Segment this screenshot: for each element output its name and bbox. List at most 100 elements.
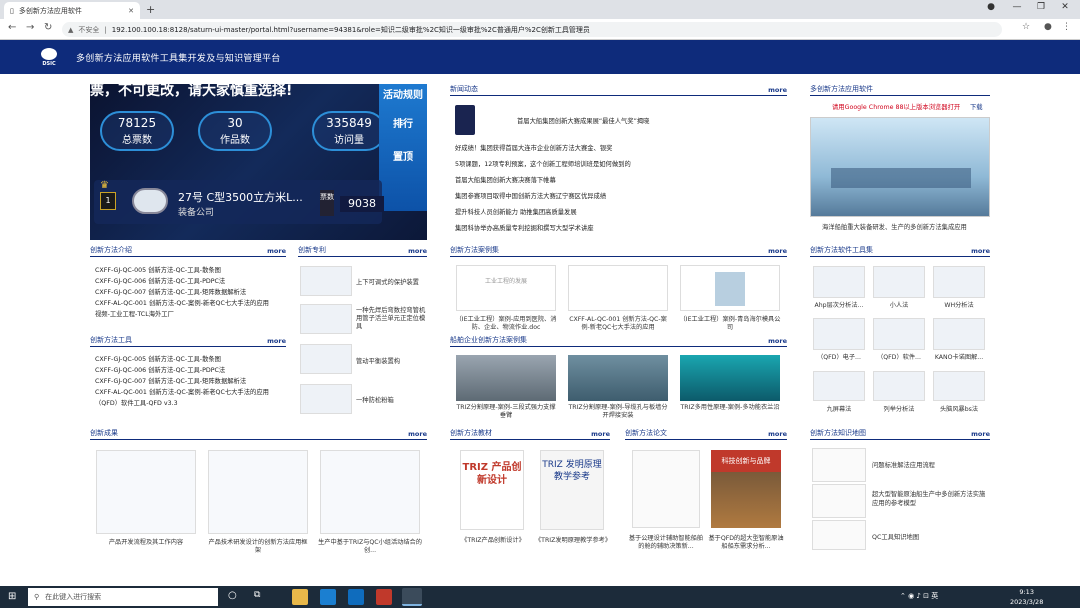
result-caption[interactable]: 生产中基于TRIZ与QC小组活动结合的创... bbox=[318, 539, 422, 555]
tool-thumbnail[interactable] bbox=[873, 318, 925, 350]
top-button[interactable]: 置顶 bbox=[379, 152, 427, 163]
ranking-button[interactable]: 排行 bbox=[379, 119, 427, 130]
back-icon[interactable]: ← bbox=[8, 22, 16, 33]
result-thumbnail[interactable] bbox=[208, 450, 308, 534]
knowledge-item[interactable]: 超大型智能原油船生产中多创新方法实施应用的参考模型 bbox=[872, 490, 990, 508]
tool-thumbnail[interactable] bbox=[933, 318, 985, 350]
list-item[interactable]: CXFF-GJ-QC-007 创新方法-QC-工具-矩阵数据解析法 bbox=[95, 376, 269, 387]
reload-icon[interactable]: ↻ bbox=[44, 22, 52, 33]
knowledge-item[interactable]: QC工具知识地图 bbox=[872, 532, 919, 541]
ship-thumbnail[interactable] bbox=[456, 355, 556, 401]
textbook-caption[interactable]: 《TRIZ产品创新设计》 bbox=[452, 537, 534, 545]
paper-cover[interactable]: 科技创新与品牌 bbox=[711, 450, 781, 528]
news-item[interactable]: 好成绩！集团获得首届大连市企业创新方法大赛金、银奖 bbox=[455, 143, 612, 152]
news-item[interactable]: 首届大船集团创新大赛成果展“最佳人气奖”揭晓 bbox=[517, 116, 649, 125]
tool-caption[interactable]: Ahp层次分析法... bbox=[811, 302, 867, 310]
taskbar-clock[interactable]: 9:13 2023/3/28 bbox=[1010, 587, 1043, 607]
paper-cover[interactable] bbox=[632, 450, 700, 528]
tool-caption[interactable]: （QFD）电子... bbox=[811, 354, 867, 362]
knowledge-more-link[interactable]: more bbox=[971, 430, 990, 438]
patent-item[interactable]: 上下可调式的保护装置 bbox=[356, 277, 419, 286]
patent-item[interactable]: 一种防松粉箱 bbox=[356, 395, 394, 404]
top-entry-card[interactable]: ♛ 1 27号 C型3500立方米L... 装备公司 票数 9038 bbox=[94, 180, 384, 224]
list-item[interactable]: CXFF-GJ-QC-006 创新方法-QC-工具-PDPC法 bbox=[95, 365, 269, 376]
case-caption[interactable]: CXFF-AL-QC-001 创新方法-QC-案例-新老QC七大手法的应用 bbox=[566, 316, 670, 332]
textbooks-more-link[interactable]: more bbox=[591, 430, 610, 438]
forward-icon[interactable]: → bbox=[26, 22, 34, 33]
patent-image[interactable] bbox=[300, 266, 352, 296]
profile-icon[interactable]: ● bbox=[980, 2, 1002, 12]
list-item[interactable]: CXFF-GJ-QC-007 创新方法-QC-工具-矩阵数据解析法 bbox=[95, 287, 269, 298]
paper-caption[interactable]: 基于QFD的超大型智能原油船船东需求分析... bbox=[708, 535, 784, 551]
news-item[interactable]: 集团参赛项目取得中国创新方法大赛辽宁赛区优异成绩 bbox=[455, 191, 606, 200]
task-view-icon[interactable]: ⧉ bbox=[254, 590, 260, 600]
result-thumbnail[interactable] bbox=[96, 450, 196, 534]
outlook-icon[interactable] bbox=[348, 589, 364, 605]
warning-icon[interactable]: ▲ bbox=[68, 26, 73, 34]
ship-thumbnail[interactable] bbox=[568, 355, 668, 401]
toolset-more-link[interactable]: more bbox=[971, 247, 990, 255]
ship-thumbnail[interactable] bbox=[680, 355, 780, 401]
maximize-button[interactable]: ❐ bbox=[1030, 2, 1052, 12]
tool-thumbnail[interactable] bbox=[933, 266, 985, 298]
tools-more-link[interactable]: more bbox=[267, 337, 286, 345]
url-text[interactable]: 192.100.100.18:8128/saturn-ui-master/por… bbox=[112, 25, 590, 35]
papers-more-link[interactable]: more bbox=[768, 430, 787, 438]
list-item[interactable]: CXFF-GJ-QC-005 创新方法-QC-工具-散条图 bbox=[95, 354, 269, 365]
edge-icon[interactable] bbox=[320, 589, 336, 605]
tool-caption[interactable]: WH分析法 bbox=[931, 302, 987, 310]
case-caption[interactable]: （IE工业工程）案例-应用到医院、消防、企业、物流作业.doc bbox=[454, 316, 558, 332]
tool-caption[interactable]: 九屏幕法 bbox=[811, 406, 867, 414]
new-tab-button[interactable]: + bbox=[146, 3, 155, 16]
case-thumbnail[interactable] bbox=[568, 265, 668, 311]
paper-caption[interactable]: 基于公理设计辅助智能船舶的舱的辅助决策新... bbox=[628, 535, 704, 551]
ship-caption[interactable]: TRIZ分割原理-案例-导缆孔与板墙分开焊接安装 bbox=[566, 404, 670, 420]
file-explorer-icon[interactable] bbox=[292, 589, 308, 605]
browser-tab[interactable]: ▯ 多创新方法应用软件 ✕ bbox=[4, 2, 140, 19]
tool-caption[interactable]: KANO卡诺图解... bbox=[931, 354, 987, 362]
patent-more-link[interactable]: more bbox=[408, 247, 427, 255]
cases-more-link[interactable]: more bbox=[768, 247, 787, 255]
windows-start-icon[interactable]: ⊞ bbox=[8, 591, 16, 602]
list-item[interactable]: （QFD）软件工具-QFD v3.3 bbox=[95, 398, 269, 409]
textbook-caption[interactable]: 《TRIZ发明原理教学参考》 bbox=[532, 537, 614, 545]
case-caption[interactable]: （IE工业工程）案例-青岛海尔模具公司 bbox=[678, 316, 782, 332]
tool-thumbnail[interactable] bbox=[813, 266, 865, 298]
tool-caption[interactable]: 头脑风暴bs法 bbox=[931, 406, 987, 414]
result-caption[interactable]: 产品技术研发设计的创新方法应用框架 bbox=[206, 539, 310, 555]
news-more-link[interactable]: more bbox=[768, 86, 787, 94]
patent-image[interactable] bbox=[300, 304, 352, 334]
patent-item[interactable]: 一种先焊后弯数控弯管机用管子活兰单元正定位模具 bbox=[356, 307, 428, 331]
tool-caption[interactable]: （QFD）软件... bbox=[871, 354, 927, 362]
download-link[interactable]: 下载 bbox=[970, 102, 983, 111]
url-bar[interactable]: ▲ 不安全 | 192.100.100.18:8128/saturn-ui-ma… bbox=[62, 22, 1002, 37]
menu-icon[interactable]: ⋮ bbox=[1062, 22, 1071, 32]
close-tab-icon[interactable]: ✕ bbox=[128, 7, 134, 15]
knowledge-thumbnail[interactable] bbox=[812, 448, 866, 482]
news-thumbnail[interactable] bbox=[455, 105, 475, 135]
rules-button[interactable]: 活动规则 bbox=[379, 90, 427, 101]
chrome-icon[interactable] bbox=[402, 588, 422, 606]
list-item[interactable]: CXFF-AL-QC-001 创新方法-QC-案例-新老QC七大手法的应用 bbox=[95, 387, 269, 398]
intro-more-link[interactable]: more bbox=[267, 247, 286, 255]
patent-image[interactable] bbox=[300, 384, 352, 414]
list-item[interactable]: 视频-工业工程-TCL海外工厂 bbox=[95, 309, 269, 320]
patent-item[interactable]: 管动平衡装置构 bbox=[356, 356, 400, 365]
dsic-logo[interactable]: DSIC bbox=[36, 44, 62, 70]
knowledge-item[interactable]: 问题标准解法应用流程 bbox=[872, 460, 935, 469]
taskbar-search[interactable]: ⚲ 在此键入进行搜索 bbox=[28, 588, 218, 606]
tool-thumbnail[interactable] bbox=[933, 371, 985, 401]
tool-thumbnail[interactable] bbox=[873, 266, 925, 298]
news-item[interactable]: 5项课题，12项专利预案，这个创新工程师培训班是如何做到的 bbox=[455, 159, 631, 168]
close-window-button[interactable]: ✕ bbox=[1054, 2, 1076, 12]
case-thumbnail[interactable]: 工业工程的发展 bbox=[456, 265, 556, 311]
news-item[interactable]: 首届大船集团创新大赛决赛落下帷幕 bbox=[455, 175, 556, 184]
tool-thumbnail[interactable] bbox=[813, 371, 865, 401]
results-more-link[interactable]: more bbox=[408, 430, 427, 438]
system-tray[interactable]: ⌃ ◉ ♪ ⊡ 英 bbox=[900, 591, 938, 601]
news-item[interactable]: 提升科技人员创新能力 助推集团高质量发展 bbox=[455, 207, 577, 216]
ship-caption[interactable]: TRIZ分割原理-案例-三段式强力支撑垂臂 bbox=[454, 404, 558, 420]
voting-banner[interactable]: 票，不可更改，请大家慎重选择! 78125 总票数 30 作品数 335849 访问量… bbox=[90, 84, 427, 240]
software-diagram[interactable] bbox=[810, 117, 990, 217]
patent-image[interactable] bbox=[300, 344, 352, 374]
